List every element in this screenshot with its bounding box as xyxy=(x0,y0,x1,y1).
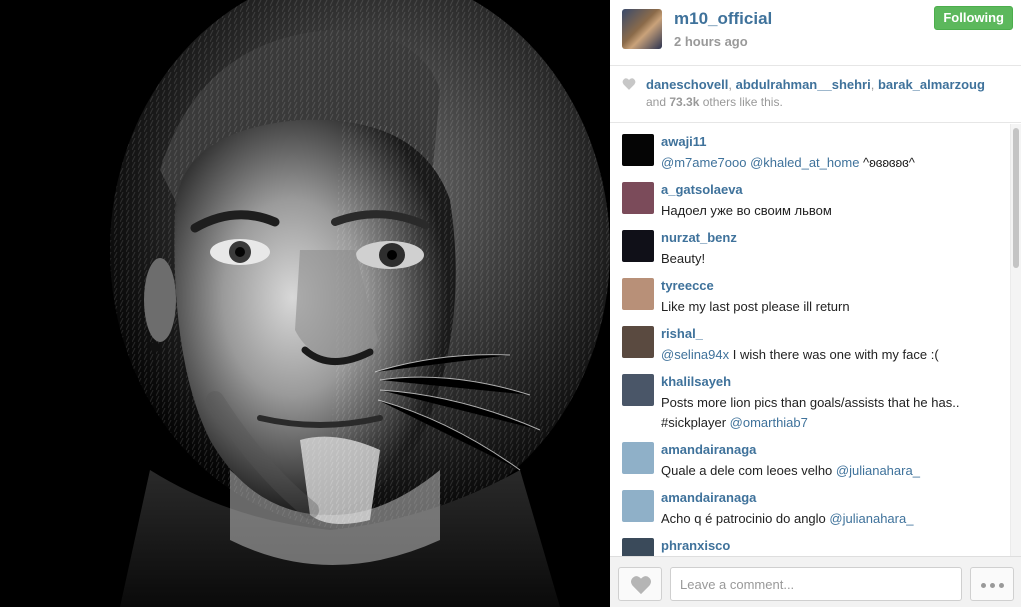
author-avatar[interactable] xyxy=(622,9,662,49)
commenter-username[interactable]: rishal_ xyxy=(661,326,703,341)
likes-count-line: and 73.3k others like this. xyxy=(646,95,783,109)
commenter-avatar[interactable] xyxy=(622,374,654,406)
commenter-avatar[interactable] xyxy=(622,278,654,310)
comment-footer xyxy=(610,556,1021,607)
mention-link[interactable]: @julianahara_ xyxy=(836,463,920,478)
commenter-username[interactable]: a_gatsolaeva xyxy=(661,182,743,197)
post-details-panel: m10_official 2 hours ago Following danes… xyxy=(610,0,1021,607)
comment-text: Надоел уже во своим львом xyxy=(661,203,832,218)
mention-link[interactable]: @julianahara_ xyxy=(829,511,913,526)
comment-item: khalilsayeh Posts more lion pics than goa… xyxy=(610,364,1010,432)
comment-text: Quale a dele com leoes velho @julianahar… xyxy=(661,463,920,478)
likes-count[interactable]: 73.3k xyxy=(669,95,699,109)
comment-item: awaji11 @m7ame7ooo @khaled_at_home ^ʚɞʚɞʚ… xyxy=(610,124,1010,172)
comment-item: amandairanaga Acho q é patrocinio do angl… xyxy=(610,480,1010,528)
comments-list[interactable]: awaji11 @m7ame7ooo @khaled_at_home ^ʚɞʚɞʚ… xyxy=(610,124,1021,556)
mention-link[interactable]: @selina94x xyxy=(661,347,729,362)
comment-item: rishal_ @selina94x I wish there was one w… xyxy=(610,316,1010,364)
heart-icon xyxy=(631,576,651,595)
comment-text: Like my last post please ill return xyxy=(661,299,850,314)
commenter-avatar[interactable] xyxy=(622,442,654,474)
comment-item: a_gatsolaeva Надоел уже во своим львом xyxy=(610,172,1010,220)
comments-scrollbar[interactable] xyxy=(1010,124,1021,556)
commenter-username[interactable]: nurzat_benz xyxy=(661,230,737,245)
likes-section: daneschovell, abdulrahman__shehri, barak… xyxy=(610,67,1021,123)
author-username[interactable]: m10_official xyxy=(674,9,772,29)
commenter-avatar[interactable] xyxy=(622,538,654,556)
lion-face-image xyxy=(0,0,610,607)
post-photo xyxy=(0,0,610,607)
mention-link[interactable]: @khaled_at_home xyxy=(750,155,859,170)
commenter-avatar[interactable] xyxy=(622,326,654,358)
comment-text: @m7ame7ooo @khaled_at_home ^ʚɞʚɞʚɞ^ xyxy=(661,155,915,170)
comment-text: @selina94x I wish there was one with my … xyxy=(661,347,939,362)
comment-text: Posts more lion pics than goals/assists … xyxy=(661,395,960,430)
ellipsis-icon xyxy=(981,583,986,588)
ellipsis-icon xyxy=(990,583,995,588)
mention-link[interactable]: @omarthiab7 xyxy=(730,415,808,430)
commenter-username[interactable]: amandairanaga xyxy=(661,442,756,457)
scrollbar-thumb[interactable] xyxy=(1013,128,1019,268)
commenter-avatar[interactable] xyxy=(622,230,654,262)
commenter-username[interactable]: awaji11 xyxy=(661,134,707,149)
comment-item: nurzat_benz Beauty! xyxy=(610,220,1010,268)
mention-link[interactable]: @m7ame7ooo xyxy=(661,155,746,170)
commenter-avatar[interactable] xyxy=(622,490,654,522)
comment-item: phranxisco xyxy=(610,528,1010,556)
like-button[interactable] xyxy=(618,567,662,601)
commenter-username[interactable]: phranxisco xyxy=(661,538,730,553)
liker-link[interactable]: barak_almarzoug xyxy=(878,77,985,92)
comment-input[interactable] xyxy=(670,567,962,601)
comment-item: amandairanaga Quale a dele com leoes velh… xyxy=(610,432,1010,480)
more-options-button[interactable] xyxy=(970,567,1014,601)
commenter-username[interactable]: tyreecce xyxy=(661,278,714,293)
following-button[interactable]: Following xyxy=(934,6,1013,30)
post-timestamp[interactable]: 2 hours ago xyxy=(674,34,748,49)
heart-icon xyxy=(622,78,636,90)
commenter-avatar[interactable] xyxy=(622,182,654,214)
comment-text: Beauty! xyxy=(661,251,706,266)
comment-text: Acho q é patrocinio do anglo @julianahar… xyxy=(661,511,914,526)
ellipsis-icon xyxy=(999,583,1004,588)
commenter-username[interactable]: khalilsayeh xyxy=(661,374,731,389)
liker-link[interactable]: abdulrahman__shehri xyxy=(736,77,871,92)
post-header: m10_official 2 hours ago Following xyxy=(610,0,1021,66)
comment-item: tyreecce Like my last post please ill ret… xyxy=(610,268,1010,316)
likers-list: daneschovell, abdulrahman__shehri, barak… xyxy=(646,77,985,92)
liker-link[interactable]: daneschovell xyxy=(646,77,728,92)
commenter-avatar[interactable] xyxy=(622,134,654,166)
commenter-username[interactable]: amandairanaga xyxy=(661,490,756,505)
